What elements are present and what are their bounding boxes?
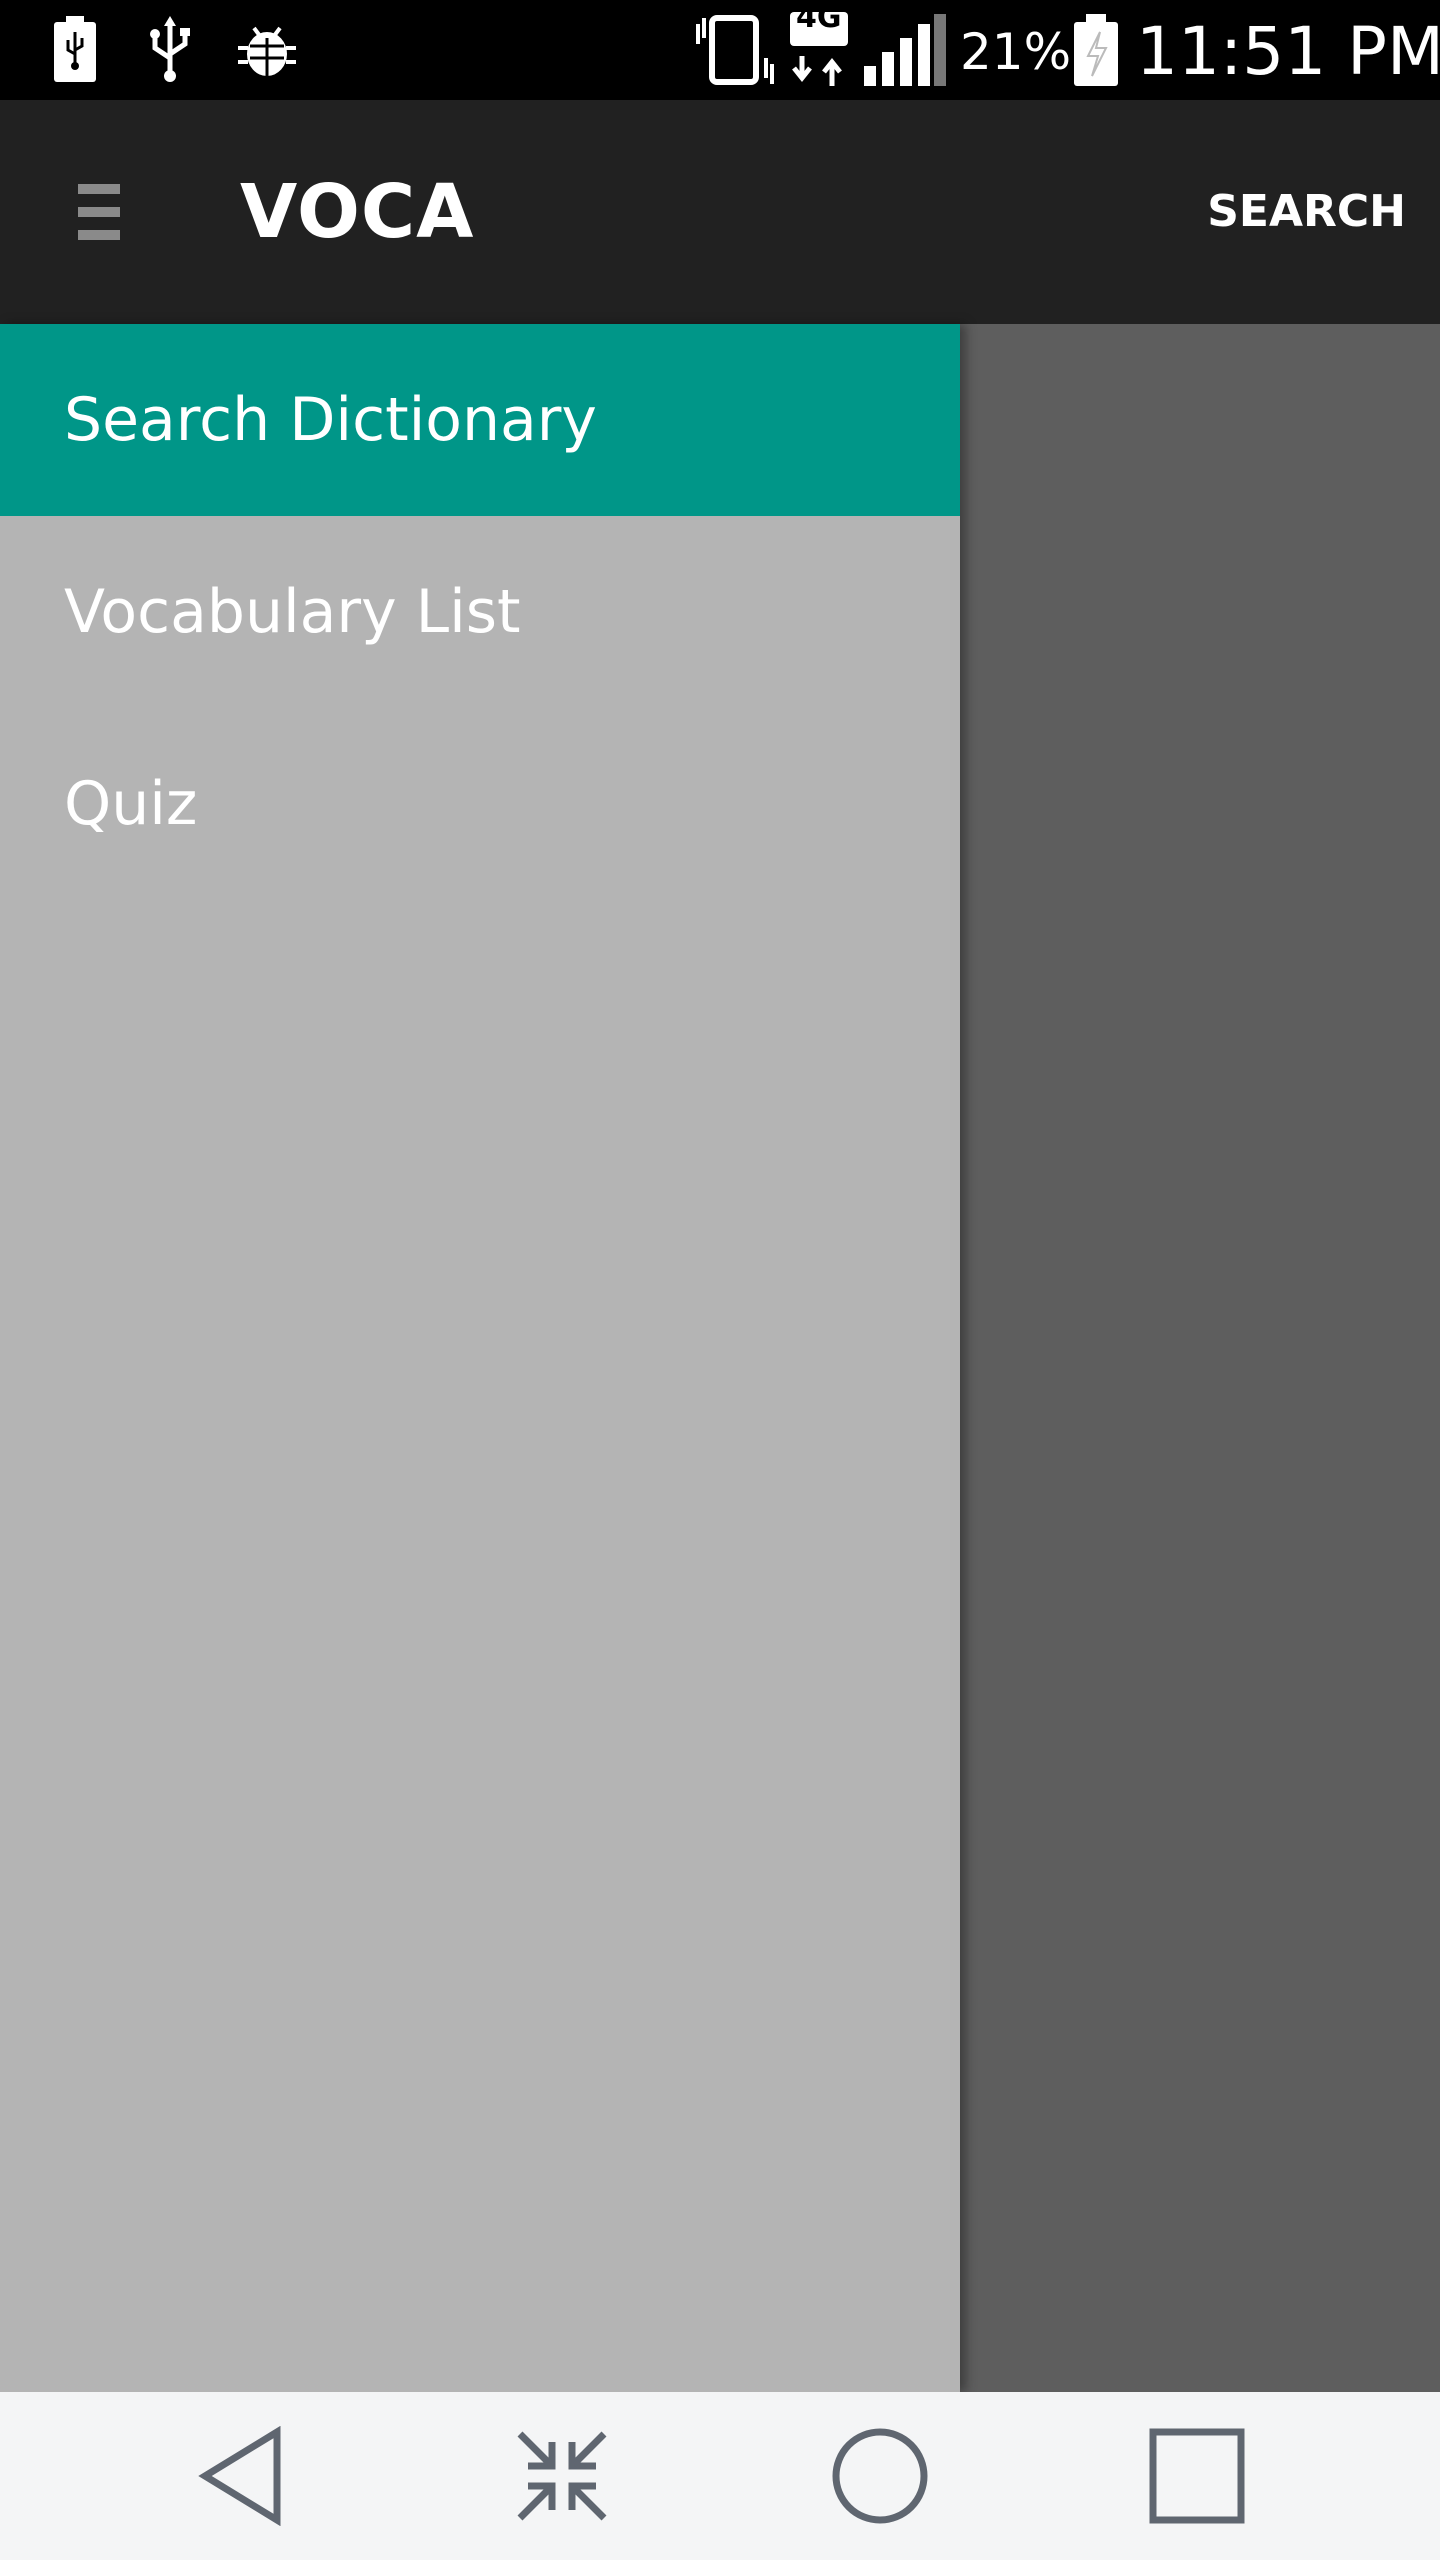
collapse-button[interactable] <box>482 2392 642 2560</box>
battery-percent: 21% <box>960 23 1072 81</box>
signal-icon <box>862 12 948 92</box>
home-button[interactable] <box>800 2392 960 2560</box>
home-icon <box>832 2428 928 2524</box>
status-bar: 4G 21% 11:51 PM <box>0 0 1440 100</box>
navigation-drawer: Search Dictionary Vocabulary List Quiz <box>0 324 960 2392</box>
drawer-item-vocabulary-list[interactable]: Vocabulary List <box>0 516 960 708</box>
collapse-icon <box>517 2431 607 2521</box>
clock: 11:51 PM <box>1136 13 1440 90</box>
hamburger-menu-icon[interactable] <box>70 180 130 244</box>
battery-charging-icon <box>50 14 100 88</box>
app-toolbar: VOCA SEARCH <box>0 100 1440 324</box>
vibrate-icon <box>690 12 780 92</box>
content-scrim[interactable]: Search Dictionary Vocabulary List Quiz <box>0 324 1440 2392</box>
search-button[interactable]: SEARCH <box>1207 100 1406 324</box>
recents-icon <box>1149 2428 1245 2524</box>
system-navigation-bar <box>0 2392 1440 2560</box>
battery-icon <box>1070 12 1122 92</box>
debug-icon <box>234 18 300 84</box>
network-type-label: 4G <box>796 0 842 35</box>
drawer-item-quiz[interactable]: Quiz <box>0 708 960 900</box>
phone-screen: 4G 21% 11:51 PM VOCA SEARCH Search Dicti… <box>0 0 1440 2560</box>
back-button[interactable] <box>165 2392 325 2560</box>
back-icon <box>198 2426 281 2526</box>
drawer-item-search-dictionary[interactable]: Search Dictionary <box>0 324 960 516</box>
recents-button[interactable] <box>1117 2392 1277 2560</box>
app-title: VOCA <box>240 169 475 255</box>
usb-icon <box>145 14 195 88</box>
